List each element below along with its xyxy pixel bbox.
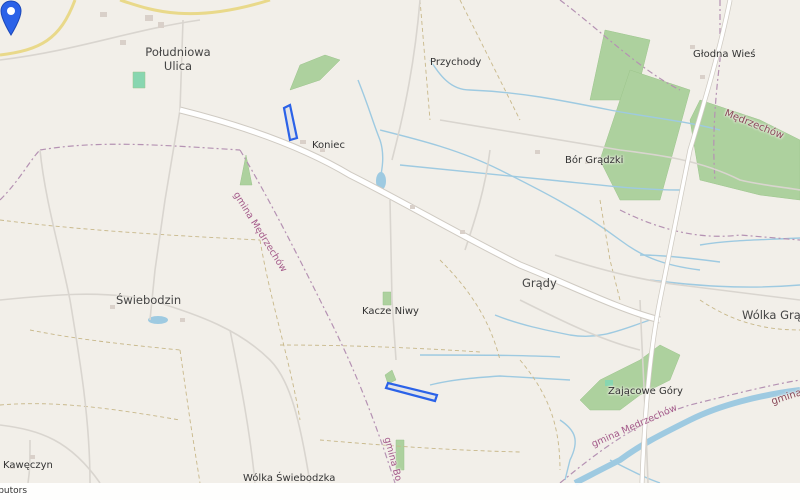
place-label-koniec: Koniec: [312, 140, 345, 151]
place-label-wolka-gra: Wólka Grą: [742, 308, 800, 322]
place-label-glodna-wies: Głodna Wieś: [693, 49, 756, 60]
map-attribution: ributors: [0, 483, 800, 500]
place-label-bor-gradzki: Bór Grądzki: [565, 155, 624, 166]
place-label-grady: Grądy: [522, 276, 557, 290]
place-label-zajacowe-gory: Zającowe Góry: [608, 386, 683, 397]
map-canvas[interactable]: Południowa Ulica Przychody Głodna Wieś K…: [0, 0, 800, 500]
place-label-przychody: Przychody: [430, 57, 482, 68]
place-label-kaweczyn: Kawęczyn: [3, 460, 53, 471]
place-label-kacze-niwy: Kacze Niwy: [362, 306, 419, 317]
place-label-line: Ulica: [163, 58, 193, 73]
attribution-text[interactable]: ributors: [0, 486, 27, 496]
place-label-line: Południowa: [145, 45, 211, 59]
place-label-swiebodzin: Świebodzin: [116, 293, 182, 307]
place-label-poludniowa-ulica: Południowa Ulica: [138, 45, 218, 74]
location-pin-icon[interactable]: [0, 0, 22, 36]
map-base: [0, 0, 800, 500]
